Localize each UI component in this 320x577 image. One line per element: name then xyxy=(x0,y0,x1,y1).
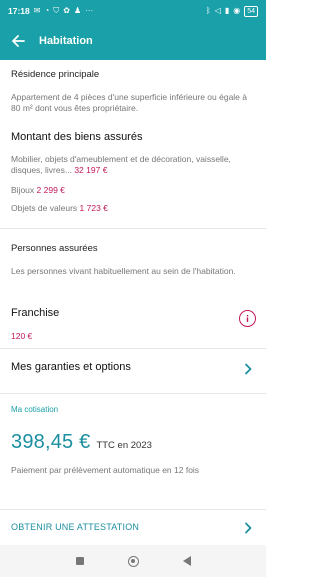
more-icon: ··· xyxy=(85,6,94,15)
chevron-right-icon[interactable] xyxy=(243,521,253,534)
wifi-icon: ◉ xyxy=(233,6,241,15)
valeurs-label: Objets de valeurs xyxy=(11,203,78,213)
valeurs-value: 1 723 € xyxy=(79,203,108,213)
alarm-icon: ◔ xyxy=(44,6,50,15)
divider xyxy=(0,393,266,394)
residence-title: Résidence principale xyxy=(11,69,100,80)
bijoux-line: Bijoux 2 299 € xyxy=(11,185,251,196)
signal-icon: ▮ xyxy=(224,6,230,15)
divider xyxy=(0,228,266,229)
biens-title: Montant des biens assurés xyxy=(11,131,143,143)
franchise-title: Franchise xyxy=(11,307,60,319)
franchise-value: 120 € xyxy=(11,331,33,341)
attestation-button[interactable]: OBTENIR UNE ATTESTATION xyxy=(11,522,139,532)
cotisation-price: 398,45 € TTC en 2023 xyxy=(11,431,152,454)
valeurs-line: Objets de valeurs 1 723 € xyxy=(11,203,251,214)
mobilier-value: 32 197 € xyxy=(74,165,108,175)
cotisation-amount: 398,45 € xyxy=(11,431,91,453)
cotisation-label: Ma cotisation xyxy=(11,405,59,414)
bijoux-label: Bijoux xyxy=(11,185,35,195)
recents-icon[interactable] xyxy=(75,557,84,565)
personnes-description: Les personnes vivant habituellement au s… xyxy=(11,266,236,276)
status-bar: 17:18 ✉ ◔ ⛉ ✿ ♟ ··· ᛒ ◁ ▮ ◉ 54 xyxy=(0,0,266,22)
back-icon[interactable] xyxy=(182,556,191,566)
settings-icon: ✿ xyxy=(63,6,70,15)
shield-icon: ⛉ xyxy=(53,6,60,15)
garanties-link[interactable]: Mes garanties et options xyxy=(11,361,131,373)
cotisation-payment: Paiement par prélèvement automatique en … xyxy=(11,465,200,475)
mobilier-line: Mobilier, objets d'ameublement et de déc… xyxy=(11,154,251,176)
bijoux-value: 2 299 € xyxy=(36,185,65,195)
info-icon[interactable] xyxy=(239,310,256,327)
divider xyxy=(0,509,266,510)
bluetooth-icon: ᛒ xyxy=(205,6,211,15)
personnes-title: Personnes assurées xyxy=(11,243,98,254)
system-nav-bar xyxy=(0,545,266,577)
chevron-right-icon[interactable] xyxy=(243,362,253,375)
cotisation-suffix: TTC en 2023 xyxy=(96,440,152,451)
divider xyxy=(0,348,266,349)
back-arrow-icon[interactable] xyxy=(8,31,28,51)
page-title: Habitation xyxy=(39,35,93,47)
run-icon: ♟ xyxy=(74,6,82,15)
status-time: 17:18 xyxy=(8,6,30,16)
mute-icon: ◁ xyxy=(214,6,221,15)
battery-icon: 54 xyxy=(244,5,258,17)
residence-description: Appartement de 4 pièces d'une superficie… xyxy=(11,92,247,113)
app-bar: Habitation xyxy=(0,22,266,60)
mobilier-label: Mobilier, objets d'ameublement et de déc… xyxy=(11,154,231,175)
home-icon[interactable] xyxy=(127,555,139,567)
message-icon: ✉ xyxy=(33,6,41,15)
